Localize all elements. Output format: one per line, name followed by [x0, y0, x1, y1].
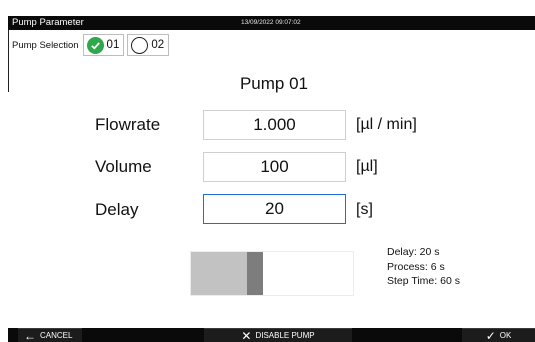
info-delay: Delay: 20 s — [387, 246, 440, 258]
flowrate-label: Flowrate — [95, 115, 161, 134]
pump-option-01[interactable]: 01 — [82, 34, 125, 56]
window-title: Pump Parameter — [12, 17, 84, 28]
pump-selection: Pump Selection 01 02 — [8, 32, 172, 58]
arrow-left-icon: ← — [24, 328, 36, 342]
timeline-delay-segment — [191, 252, 247, 295]
check-circle-icon — [86, 36, 104, 54]
check-icon: ✓ — [485, 328, 496, 342]
ok-button[interactable]: ✓ OK — [462, 328, 535, 342]
delay-unit: [s] — [356, 201, 373, 218]
cancel-button[interactable]: ← CANCEL — [18, 328, 82, 342]
pump-option-02[interactable]: 02 — [127, 34, 170, 56]
x-icon: ✕ — [241, 328, 252, 342]
ok-label: OK — [499, 331, 512, 340]
info-process: Process: 6 s — [387, 260, 445, 273]
pump-title: Pump 01 — [239, 74, 309, 93]
step-info: Delay: 20 s Process: 6 s Step Time: 60 s — [387, 245, 460, 289]
flowrate-input[interactable] — [203, 110, 346, 140]
bottom-bar: ← CANCEL ✕ DISABLE PUMP ✓ OK — [8, 328, 535, 342]
pump-selection-label: Pump Selection — [12, 39, 79, 51]
info-step-time: Step Time: 60 s — [387, 275, 460, 287]
step-timeline — [190, 251, 354, 296]
pump-option-label: 01 — [106, 39, 120, 51]
volume-label: Volume — [95, 157, 152, 176]
timeline-process-segment — [247, 252, 263, 295]
flowrate-unit: [µl / min] — [356, 116, 417, 133]
pump-option-label: 02 — [151, 39, 165, 51]
disable-pump-button[interactable]: ✕ DISABLE PUMP — [204, 328, 352, 342]
delay-input[interactable] — [203, 194, 346, 224]
disable-pump-label: DISABLE PUMP — [255, 331, 315, 340]
title-bar: Pump Parameter 13/09/2022 09:07:02 — [8, 16, 535, 30]
empty-radio-icon — [131, 36, 149, 54]
cancel-label: CANCEL — [40, 331, 73, 340]
volume-input[interactable] — [203, 152, 346, 182]
volume-unit: [µl] — [356, 158, 378, 175]
datetime-display: 13/09/2022 09:07:02 — [241, 19, 301, 26]
delay-label: Delay — [95, 200, 139, 219]
